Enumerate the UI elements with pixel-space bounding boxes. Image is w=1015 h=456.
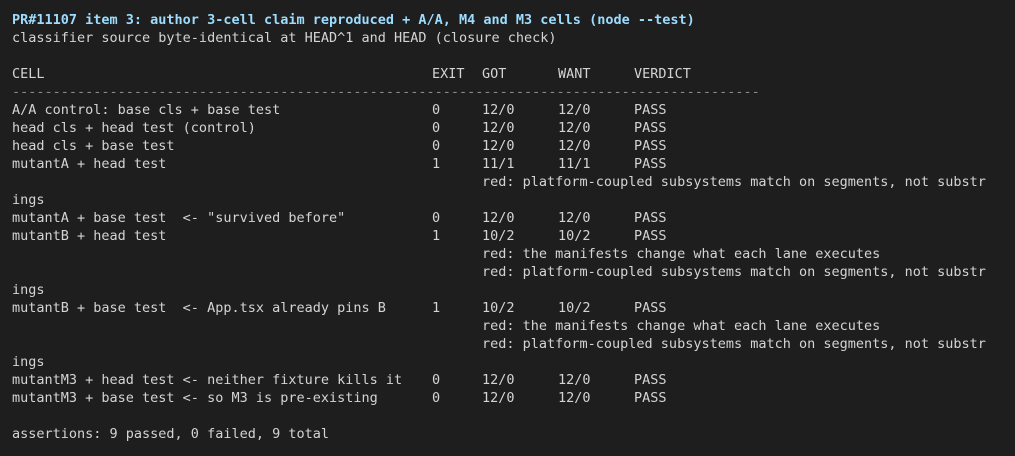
row-got: 10/2 xyxy=(482,228,515,244)
row-exit: 0 xyxy=(432,372,441,388)
note-wrap: ings xyxy=(12,354,45,370)
row-verdict: PASS xyxy=(634,120,667,136)
row-verdict: PASS xyxy=(634,300,667,316)
header-verdict: VERDICT xyxy=(634,66,691,82)
note-platform-coupled: red: platform-coupled subsystems match o… xyxy=(482,174,986,190)
table-row: mutantA + base test <- "survived before"… xyxy=(12,209,1015,227)
row-exit: 0 xyxy=(432,120,441,136)
header-cell: CELL xyxy=(12,66,45,82)
row-exit: 1 xyxy=(432,300,441,316)
row-verdict: PASS xyxy=(634,102,667,118)
row-verdict: PASS xyxy=(634,138,667,154)
row-exit: 1 xyxy=(432,156,441,172)
row-verdict: PASS xyxy=(634,228,667,244)
row-cell: mutantA + head test xyxy=(12,156,167,172)
row-verdict: PASS xyxy=(634,372,667,388)
note-manifests: red: the manifests change what each lane… xyxy=(482,246,881,262)
row-want: 10/2 xyxy=(558,228,591,244)
row-verdict: PASS xyxy=(634,390,667,406)
report-subtitle: classifier source byte-identical at HEAD… xyxy=(12,30,557,46)
table-header: CELL EXIT GOT WANT VERDICT xyxy=(12,65,1015,83)
row-exit: 0 xyxy=(432,210,441,226)
header-want: WANT xyxy=(558,66,591,82)
row-got: 12/0 xyxy=(482,120,515,136)
row-cell: A/A control: base cls + base test xyxy=(12,102,281,118)
row-cell: mutantM3 + head test <- neither fixture … xyxy=(12,372,403,388)
row-want: 10/2 xyxy=(558,300,591,316)
row-got: 10/2 xyxy=(482,300,515,316)
row-got: 12/0 xyxy=(482,210,515,226)
separator: ----------------------------------------… xyxy=(12,84,760,100)
row-want: 12/0 xyxy=(558,120,591,136)
row-cell: mutantB + base test <- App.tsx already p… xyxy=(12,300,386,316)
table-row: mutantB + base test <- App.tsx already p… xyxy=(12,299,1015,317)
row-cell: mutantB + head test xyxy=(12,228,167,244)
note-wrap: ings xyxy=(12,192,45,208)
header-exit: EXIT xyxy=(432,66,465,82)
row-want: 12/0 xyxy=(558,102,591,118)
table-row: mutantM3 + base test <- so M3 is pre-exi… xyxy=(12,389,1015,407)
note-wrap: ings xyxy=(12,282,45,298)
row-cell: head cls + base test xyxy=(12,138,175,154)
row-note: red: platform-coupled subsystems match o… xyxy=(12,263,1015,281)
table-row: head cls + base test 0 12/0 12/0 PASS xyxy=(12,137,1015,155)
terminal-output: PR#11107 item 3: author 3-cell claim rep… xyxy=(12,11,1015,443)
row-exit: 0 xyxy=(432,390,441,406)
row-cell: head cls + head test (control) xyxy=(12,120,256,136)
table-row: mutantB + head test 1 10/2 10/2 PASS xyxy=(12,227,1015,245)
row-got: 11/1 xyxy=(482,156,515,172)
row-cell: mutantM3 + base test <- so M3 is pre-exi… xyxy=(12,390,378,406)
row-got: 12/0 xyxy=(482,390,515,406)
row-want: 12/0 xyxy=(558,372,591,388)
note-manifests: red: the manifests change what each lane… xyxy=(482,318,881,334)
row-exit: 1 xyxy=(432,228,441,244)
report-title: PR#11107 item 3: author 3-cell claim rep… xyxy=(12,12,695,28)
table-row: A/A control: base cls + base test 0 12/0… xyxy=(12,101,1015,119)
row-verdict: PASS xyxy=(634,210,667,226)
row-exit: 0 xyxy=(432,138,441,154)
table-row: head cls + head test (control) 0 12/0 12… xyxy=(12,119,1015,137)
row-got: 12/0 xyxy=(482,138,515,154)
table-row: mutantM3 + head test <- neither fixture … xyxy=(12,371,1015,389)
note-platform-coupled: red: platform-coupled subsystems match o… xyxy=(482,264,986,280)
row-cell: mutantA + base test <- "survived before" xyxy=(12,210,346,226)
row-want: 12/0 xyxy=(558,210,591,226)
assertions-summary: assertions: 9 passed, 0 failed, 9 total xyxy=(12,426,329,442)
row-note: red: platform-coupled subsystems match o… xyxy=(12,335,1015,353)
note-platform-coupled: red: platform-coupled subsystems match o… xyxy=(482,336,986,352)
row-want: 12/0 xyxy=(558,390,591,406)
row-note: red: the manifests change what each lane… xyxy=(12,245,1015,263)
row-note: red: platform-coupled subsystems match o… xyxy=(12,173,1015,191)
row-want: 11/1 xyxy=(558,156,591,172)
row-want: 12/0 xyxy=(558,138,591,154)
header-got: GOT xyxy=(482,66,507,82)
row-verdict: PASS xyxy=(634,156,667,172)
row-exit: 0 xyxy=(432,102,441,118)
row-note: red: the manifests change what each lane… xyxy=(12,317,1015,335)
row-got: 12/0 xyxy=(482,102,515,118)
table-row: mutantA + head test 1 11/1 11/1 PASS xyxy=(12,155,1015,173)
row-got: 12/0 xyxy=(482,372,515,388)
